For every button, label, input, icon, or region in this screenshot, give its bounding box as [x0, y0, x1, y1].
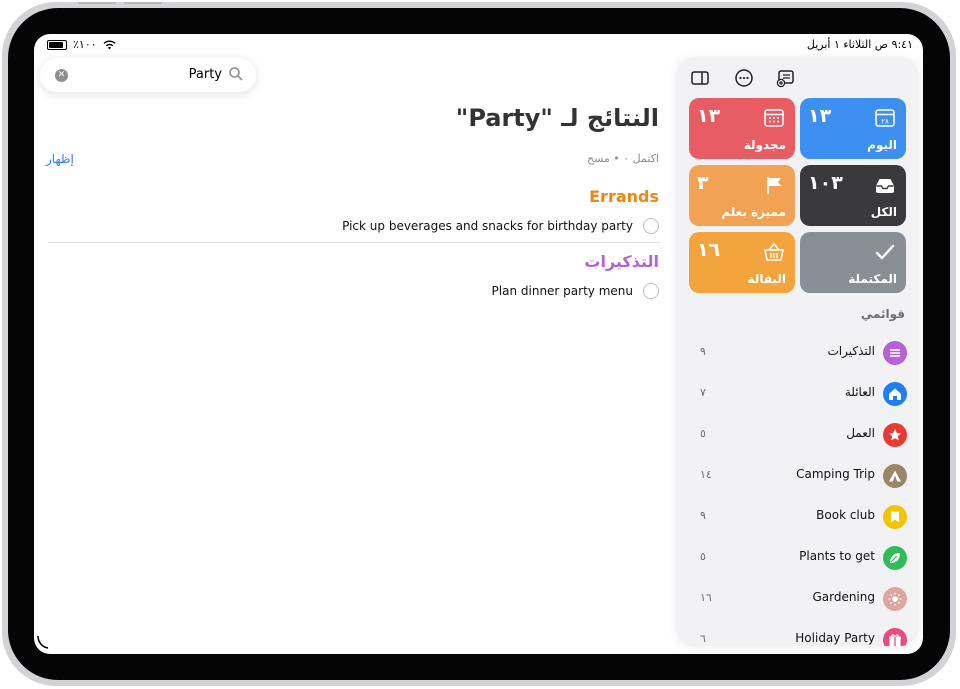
smart-list-completed[interactable]: المكتملة: [800, 232, 906, 293]
list-count: ٩: [700, 509, 706, 522]
battery-icon: [47, 39, 67, 50]
list-name: العمل: [846, 426, 875, 440]
flag-icon: [767, 177, 781, 194]
completed-info[interactable]: اكتمل ٠ • مسح: [587, 152, 659, 165]
task-item[interactable]: Pick up beverages and snacks for birthda…: [342, 216, 659, 236]
list-count: ١٤: [700, 468, 712, 481]
more-options-icon[interactable]: [734, 68, 754, 88]
list-item-work[interactable]: ٥ العمل: [676, 415, 919, 456]
group-title-reminders: التذكيرات: [584, 252, 659, 271]
clear-search-icon[interactable]: ✕: [55, 69, 68, 82]
today-badge: ٢٨: [881, 118, 889, 126]
tent-icon: [883, 464, 907, 488]
calendar-today-icon: ٢٨: [875, 109, 895, 127]
list-count: ١٦: [700, 591, 712, 604]
tile-count: ١٣: [697, 105, 721, 127]
tile-label: مجدولة: [743, 138, 786, 152]
list-item-holiday-party[interactable]: ٦ Holiday Party: [676, 620, 919, 646]
tile-label: مميزة بعلم: [721, 205, 786, 219]
list-name: التذكيرات: [827, 344, 876, 358]
bookmark-icon: [883, 505, 907, 529]
house-icon: [883, 382, 907, 406]
leaf-icon: [883, 546, 907, 570]
basket-icon: [764, 242, 784, 261]
sun-icon: [883, 587, 907, 611]
time-date: ٩:٤١ ص الثلاثاء ١ أبريل: [806, 38, 913, 51]
list-name: العائلة: [844, 385, 875, 399]
search-field[interactable]: ✕ Party: [40, 58, 256, 92]
smart-list-grocery[interactable]: ١٦ البقالة: [689, 232, 795, 293]
task-title: Pick up beverages and snacks for birthda…: [342, 219, 633, 233]
list-name: Plants to get: [799, 549, 875, 563]
page-title: النتائج لـ "Party": [455, 104, 659, 132]
wifi-icon: [103, 40, 116, 49]
list-icon: [883, 341, 907, 365]
list-name: Book club: [816, 508, 875, 522]
task-checkbox[interactable]: [643, 283, 659, 299]
search-input[interactable]: Party: [189, 67, 222, 82]
list-count: ٥: [700, 550, 706, 563]
gift-icon: [883, 628, 907, 646]
group-title-errands: Errands: [589, 187, 659, 206]
tile-count: ٣: [697, 172, 709, 194]
task-checkbox[interactable]: [643, 218, 659, 234]
calendar-icon: [764, 109, 784, 127]
search-icon: [229, 67, 243, 81]
tile-label: الكل: [870, 205, 897, 219]
smart-list-all[interactable]: ١٠٣ الكل: [800, 165, 906, 226]
list-name: Camping Trip: [796, 467, 875, 481]
tile-count: ١٣: [808, 105, 832, 127]
list-item-book-club[interactable]: ٩ Book club: [676, 497, 919, 538]
list-name: Holiday Party: [795, 631, 875, 645]
task-title: Plan dinner party menu: [491, 284, 633, 298]
tile-count: ١٦: [697, 239, 721, 261]
corner-indicator: [37, 635, 49, 649]
list-count: ٦: [700, 632, 706, 645]
list-item-reminders[interactable]: ٩ التذكيرات: [676, 333, 919, 374]
checkmark-icon: [875, 244, 895, 260]
list-item-plants-to-get[interactable]: ٥ Plants to get: [676, 538, 919, 579]
list-count: ٥: [700, 427, 706, 440]
divider: [48, 242, 660, 243]
tile-label: المكتملة: [848, 272, 897, 286]
list-item-gardening[interactable]: ١٦ Gardening: [676, 579, 919, 620]
list-name: Gardening: [812, 590, 875, 604]
tile-label: اليوم: [867, 138, 897, 152]
add-list-icon[interactable]: [776, 68, 796, 88]
my-lists-header: قوائمي: [860, 307, 905, 321]
smart-list-today[interactable]: ١٣ ٢٨ اليوم: [800, 98, 906, 159]
list-item-camping-trip[interactable]: ١٤ Camping Trip: [676, 456, 919, 497]
star-icon: [883, 423, 907, 447]
tile-count: ١٠٣: [808, 172, 843, 194]
status-bar: ٪١٠٠ ٩:٤١ ص الثلاثاء ١ أبريل: [34, 38, 923, 54]
sidebar-toggle-icon[interactable]: [690, 68, 710, 88]
volume-button: [124, 2, 162, 4]
tile-label: البقالة: [747, 272, 786, 286]
battery-percent: ٪١٠٠: [73, 38, 97, 51]
show-completed-link[interactable]: إظهار: [46, 152, 74, 166]
list-count: ٧: [700, 386, 706, 399]
volume-button: [78, 2, 116, 4]
tray-icon: [876, 179, 894, 193]
list-count: ٩: [700, 345, 706, 358]
screen: ٪١٠٠ ٩:٤١ ص الثلاثاء ١ أبريل ✕ Party الن…: [34, 34, 923, 654]
sidebar: ١٣ ٢٨ اليوم ١٣ مجدولة ١٠٣ الكل ٣ مميزة ب…: [676, 58, 919, 646]
task-item[interactable]: Plan dinner party menu: [492, 281, 659, 301]
list-item-family[interactable]: ٧ العائلة: [676, 374, 919, 415]
smart-list-flagged[interactable]: ٣ مميزة بعلم: [689, 165, 795, 226]
smart-list-scheduled[interactable]: ١٣ مجدولة: [689, 98, 795, 159]
